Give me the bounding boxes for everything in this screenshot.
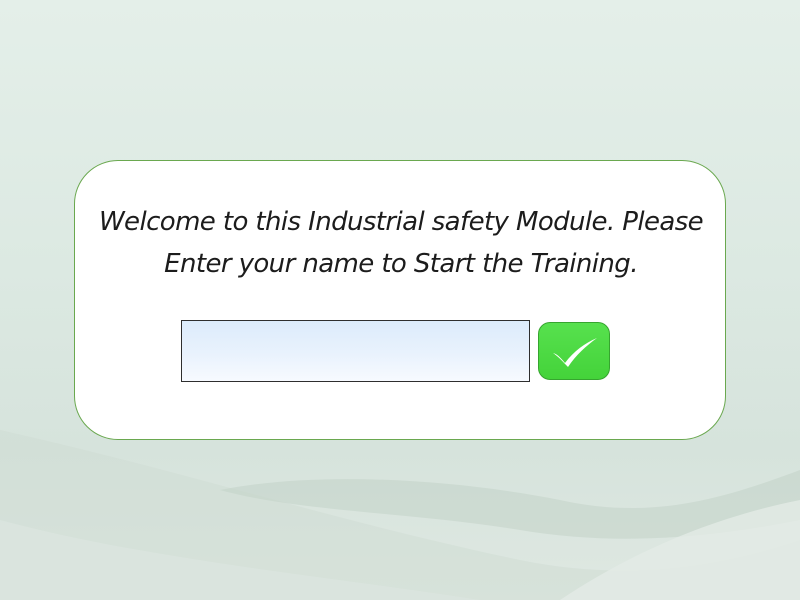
checkmark-icon (553, 338, 597, 367)
name-input[interactable] (181, 320, 530, 382)
welcome-message: Welcome to this Industrial safety Module… (75, 201, 727, 285)
welcome-dialog: Welcome to this Industrial safety Module… (74, 160, 726, 440)
welcome-message-line-2: Enter your name to Start the Training. (164, 249, 638, 279)
submit-button[interactable] (538, 322, 610, 380)
welcome-message-line-1: Welcome to this Industrial safety Module… (98, 207, 704, 237)
